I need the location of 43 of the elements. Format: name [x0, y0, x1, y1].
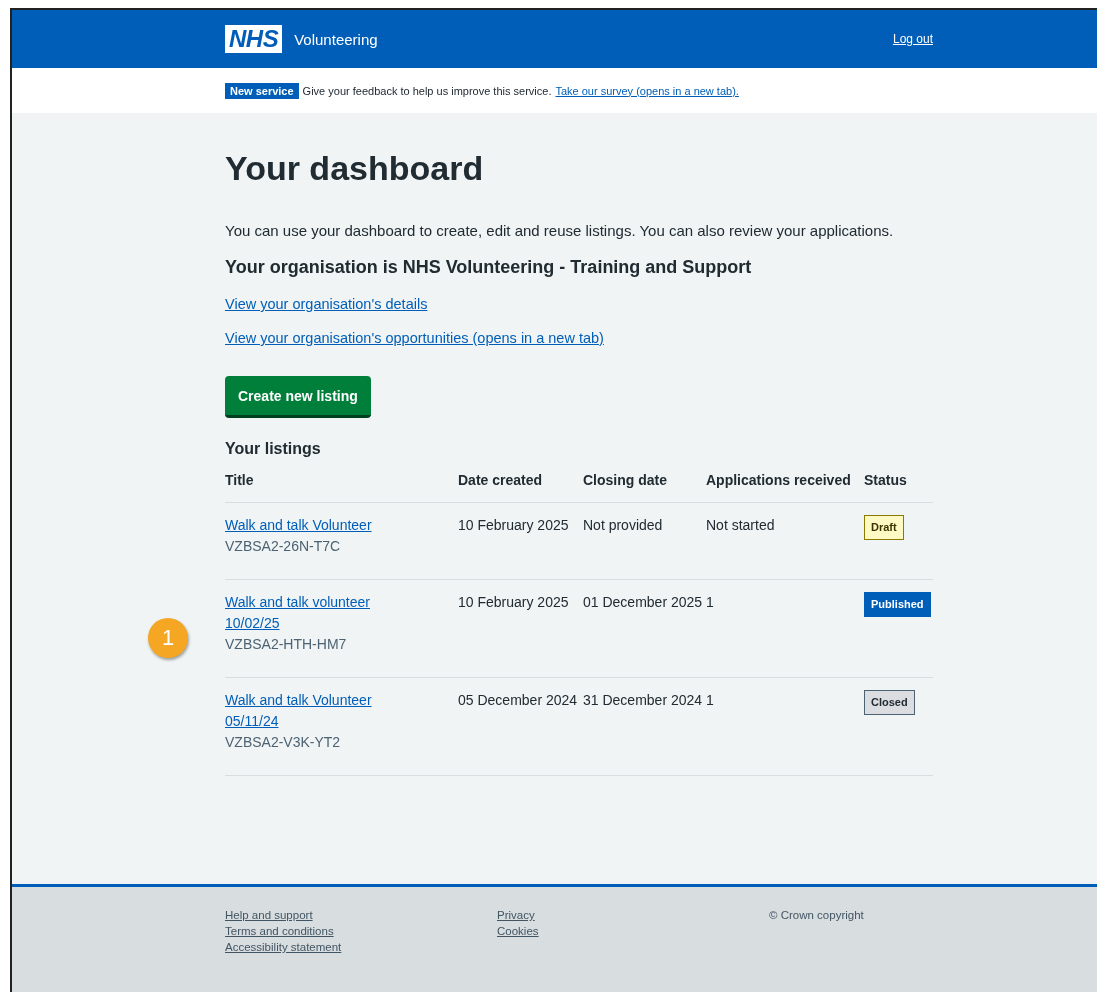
column-header: Date created [458, 472, 543, 488]
footer-link[interactable]: Privacy [497, 909, 535, 921]
listing-reference: VZBSA2-HTH-HM7 [225, 635, 347, 654]
status-tag: Closed [864, 690, 915, 715]
listing-title-link[interactable]: Walk and talk volunteer 10/02/25 [225, 592, 395, 634]
listing-reference: VZBSA2-26N-T7C [225, 537, 341, 556]
applications-received: 1 [706, 594, 714, 610]
logout-link[interactable]: Log out [892, 32, 933, 46]
applications-received: Not started [706, 517, 775, 533]
service-name: Volunteering [294, 30, 378, 48]
footer-link[interactable]: Help and support [225, 909, 313, 921]
listing-reference: VZBSA2-V3K-YT2 [225, 733, 341, 752]
status-tag: Published [864, 592, 931, 617]
page-heading: Your dashboard [225, 149, 485, 188]
date-created: 10 February 2025 [458, 517, 569, 533]
new-service-tag: New service [225, 82, 299, 99]
column-header: Applications received [706, 472, 851, 488]
date-created: 10 February 2025 [458, 594, 569, 610]
column-header: Status [864, 472, 907, 488]
column-header: Title [225, 472, 254, 488]
column-header: Closing date [583, 472, 667, 488]
copyright-text: © Crown copyright [769, 909, 864, 923]
listings-heading: Your listings [225, 440, 322, 458]
closing-date: 01 December 2025 [583, 594, 703, 610]
date-created: 05 December 2024 [458, 692, 578, 708]
create-listing-button[interactable]: Create new listing [225, 376, 371, 418]
organisation-heading: Your organisation is NHS Volunteering - Training and Support [225, 257, 753, 278]
intro-text: You can use your dashboard to create, edit and reuse listings. You can also review your applications. [225, 222, 895, 239]
survey-link[interactable]: Take our survey (opens in a new tab). [555, 84, 739, 97]
organisation-link[interactable]: View your organisation's details [225, 296, 428, 312]
step-number-badge: 1 [148, 618, 188, 658]
listing-title-link[interactable]: Walk and talk Volunteer 05/11/24 [225, 690, 395, 732]
footer-link[interactable]: Terms and conditions [225, 925, 334, 937]
nhs-logo[interactable]: NHS [225, 25, 283, 53]
closing-date: Not provided [583, 517, 663, 533]
closing-date: 31 December 2024 [583, 692, 703, 708]
applications-received: 1 [706, 692, 714, 708]
feedback-text: Give your feedback to help us improve this service. [302, 84, 552, 97]
status-tag: Draft [864, 515, 904, 540]
footer-link[interactable]: Cookies [497, 925, 539, 937]
listing-title-link[interactable]: Walk and talk Volunteer [225, 515, 372, 536]
organisation-link[interactable]: View your organisation's opportunities (opens in a new tab) [225, 330, 604, 346]
footer-link[interactable]: Accessibility statement [225, 941, 342, 953]
